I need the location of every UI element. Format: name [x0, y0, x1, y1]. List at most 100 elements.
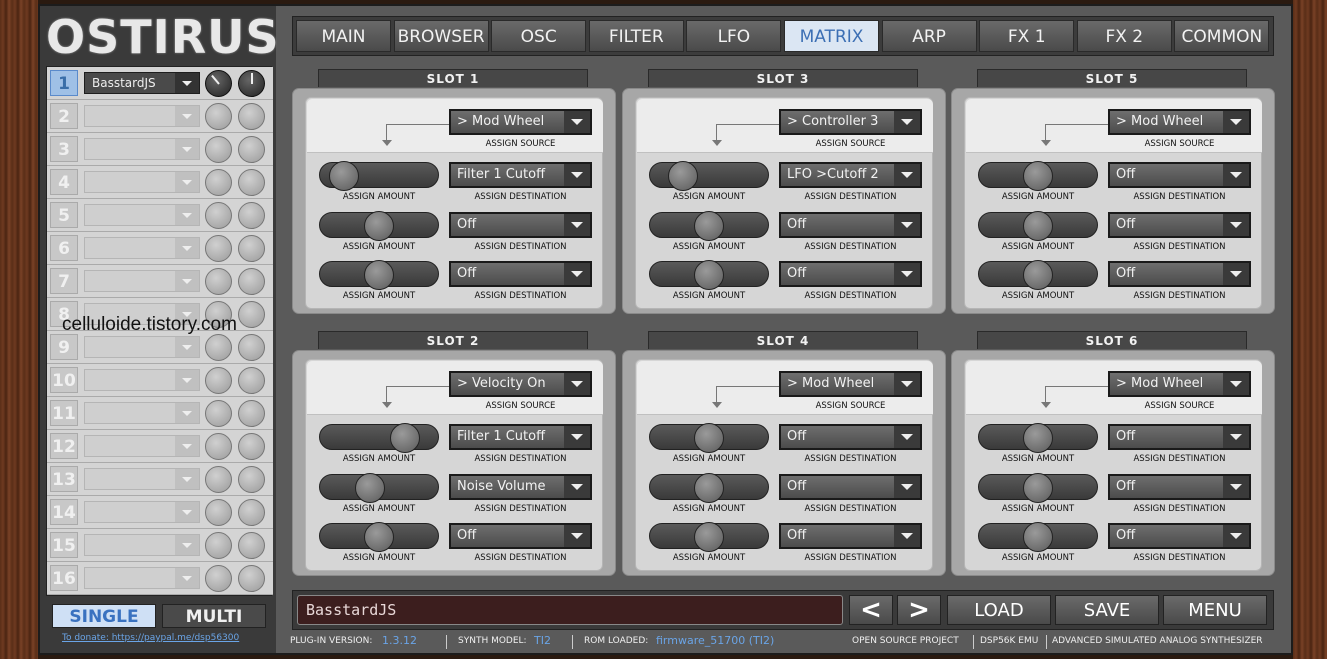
assign-amount-slider[interactable] [649, 211, 769, 241]
slider-thumb[interactable] [668, 161, 698, 191]
part-volume-knob[interactable] [205, 499, 232, 526]
assign-amount-slider[interactable] [978, 522, 1098, 552]
part-number-button[interactable]: 12 [50, 433, 78, 459]
part-volume-knob[interactable] [205, 202, 232, 229]
assign-destination-select[interactable]: Off [779, 212, 922, 238]
assign-amount-slider[interactable] [978, 423, 1098, 453]
part-preset-select[interactable] [84, 105, 200, 127]
part-preset-select[interactable] [84, 237, 200, 259]
assign-amount-slider[interactable] [319, 473, 439, 503]
part-preset-select[interactable] [84, 270, 200, 292]
part-pan-knob[interactable] [238, 466, 265, 493]
assign-amount-slider[interactable] [978, 161, 1098, 191]
assign-amount-slider[interactable] [978, 473, 1098, 503]
part-volume-knob[interactable] [205, 235, 232, 262]
slider-thumb[interactable] [694, 473, 724, 503]
part-preset-select[interactable] [84, 402, 200, 424]
load-button[interactable]: LOAD [947, 595, 1051, 625]
assign-source-select[interactable]: > Mod Wheel [1108, 109, 1251, 135]
assign-amount-slider[interactable] [649, 260, 769, 290]
part-preset-select[interactable] [84, 534, 200, 556]
tab-matrix[interactable]: MATRIX [784, 20, 879, 52]
slider-thumb[interactable] [694, 260, 724, 290]
assign-amount-slider[interactable] [319, 522, 439, 552]
patch-name-display[interactable]: BasstardJS [297, 595, 843, 625]
part-pan-knob[interactable] [238, 70, 265, 97]
slider-thumb[interactable] [1023, 260, 1053, 290]
part-preset-select[interactable] [84, 567, 200, 589]
tab-fx-2[interactable]: FX 2 [1076, 20, 1172, 52]
part-pan-knob[interactable] [238, 532, 265, 559]
tab-main[interactable]: MAIN [296, 20, 391, 52]
menu-button[interactable]: MENU [1163, 595, 1267, 625]
tab-filter[interactable]: FILTER [588, 20, 684, 52]
tab-fx-1[interactable]: FX 1 [979, 20, 1075, 52]
part-volume-knob[interactable] [205, 565, 232, 592]
slider-thumb[interactable] [1023, 161, 1053, 191]
part-number-button[interactable]: 15 [50, 532, 78, 558]
part-volume-knob[interactable] [205, 367, 232, 394]
assign-amount-slider[interactable] [319, 211, 439, 241]
assign-amount-slider[interactable] [649, 522, 769, 552]
assign-destination-select[interactable]: Noise Volume [449, 474, 592, 500]
assign-destination-select[interactable]: Off [449, 261, 592, 287]
assign-destination-select[interactable]: Off [1108, 474, 1251, 500]
part-pan-knob[interactable] [238, 202, 265, 229]
part-preset-select[interactable] [84, 468, 200, 490]
slider-thumb[interactable] [694, 423, 724, 453]
tab-common[interactable]: COMMON [1174, 20, 1270, 52]
assign-destination-select[interactable]: Off [1108, 162, 1251, 188]
part-volume-knob[interactable] [205, 268, 232, 295]
part-number-button[interactable]: 7 [50, 268, 78, 294]
part-volume-knob[interactable] [205, 334, 232, 361]
assign-destination-select[interactable]: Off [1108, 261, 1251, 287]
part-preset-select[interactable] [84, 138, 200, 160]
slider-thumb[interactable] [1023, 522, 1053, 552]
slider-thumb[interactable] [694, 211, 724, 241]
part-volume-knob[interactable] [205, 169, 232, 196]
assign-amount-slider[interactable] [978, 260, 1098, 290]
assign-destination-select[interactable]: Off [779, 261, 922, 287]
part-number-button[interactable]: 13 [50, 466, 78, 492]
assign-source-select[interactable]: > Velocity On [449, 371, 592, 397]
part-number-button[interactable]: 14 [50, 499, 78, 525]
assign-amount-slider[interactable] [649, 161, 769, 191]
assign-destination-select[interactable]: Off [1108, 523, 1251, 549]
prev-patch-button[interactable]: < [849, 595, 893, 625]
tab-browser[interactable]: BROWSER [393, 20, 489, 52]
part-volume-knob[interactable] [205, 70, 232, 97]
part-pan-knob[interactable] [238, 499, 265, 526]
single-mode-button[interactable]: SINGLE [52, 604, 156, 628]
part-preset-select[interactable] [84, 336, 200, 358]
assign-destination-select[interactable]: Off [449, 523, 592, 549]
part-number-button[interactable]: 9 [50, 334, 78, 360]
save-button[interactable]: SAVE [1055, 595, 1159, 625]
assign-destination-select[interactable]: Off [1108, 212, 1251, 238]
assign-amount-slider[interactable] [319, 161, 439, 191]
part-pan-knob[interactable] [238, 235, 265, 262]
part-preset-select[interactable] [84, 435, 200, 457]
assign-source-select[interactable]: > Mod Wheel [1108, 371, 1251, 397]
part-number-button[interactable]: 6 [50, 235, 78, 261]
slider-thumb[interactable] [364, 260, 394, 290]
part-pan-knob[interactable] [238, 334, 265, 361]
part-preset-select[interactable] [84, 369, 200, 391]
part-pan-knob[interactable] [238, 400, 265, 427]
assign-destination-select[interactable]: Off [449, 212, 592, 238]
assign-amount-slider[interactable] [319, 423, 439, 453]
slider-thumb[interactable] [390, 423, 420, 453]
part-number-button[interactable]: 5 [50, 202, 78, 228]
part-preset-select[interactable] [84, 171, 200, 193]
part-preset-select[interactable]: BasstardJS [84, 72, 200, 94]
part-pan-knob[interactable] [238, 433, 265, 460]
part-number-button[interactable]: 11 [50, 400, 78, 426]
slider-thumb[interactable] [364, 522, 394, 552]
assign-destination-select[interactable]: Off [779, 523, 922, 549]
assign-amount-slider[interactable] [319, 260, 439, 290]
assign-destination-select[interactable]: Off [779, 474, 922, 500]
assign-source-select[interactable]: > Mod Wheel [449, 109, 592, 135]
donate-link[interactable]: To donate: https://paypal.me/dsp56300 [62, 633, 239, 643]
multi-mode-button[interactable]: MULTI [162, 604, 266, 628]
slider-thumb[interactable] [364, 211, 394, 241]
part-pan-knob[interactable] [238, 268, 265, 295]
